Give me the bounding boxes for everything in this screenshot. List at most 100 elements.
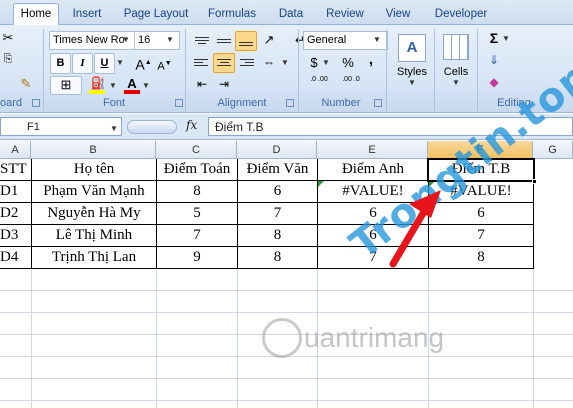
grow-font-button[interactable]: A▲ xyxy=(133,53,154,74)
cut-icon[interactable]: ✂ xyxy=(0,29,16,51)
font-color-icon: A xyxy=(127,76,137,91)
increase-decimal-button[interactable]: .0 .00 xyxy=(304,75,334,95)
gridline-v xyxy=(237,269,238,408)
styles-button[interactable]: A Styles ▼ xyxy=(393,29,431,93)
table-cell-toan[interactable]: 5 xyxy=(157,203,238,225)
underline-button[interactable]: U xyxy=(94,53,115,74)
header-cell-diem-toan[interactable]: Điểm Toán xyxy=(157,159,238,181)
accounting-format-button[interactable]: $ xyxy=(304,53,324,73)
font-launcher-icon[interactable] xyxy=(175,99,183,107)
cells-button[interactable]: Cells ▼ xyxy=(439,29,473,93)
italic-button[interactable]: I xyxy=(72,53,93,74)
decrease-decimal-button[interactable]: .00 .0 xyxy=(336,75,366,95)
font-color-dropdown-icon[interactable]: ▼ xyxy=(142,81,150,90)
table-cell-van[interactable]: 8 xyxy=(238,247,318,269)
align-top-icon[interactable] xyxy=(191,31,213,51)
merge-center-icon[interactable]: ⇔ xyxy=(257,53,281,73)
fill-down-icon[interactable]: ⇓ xyxy=(484,51,504,71)
ribbon-tab-bar: Home Insert Page Layout Formulas Data Re… xyxy=(0,0,573,27)
tab-page-layout[interactable]: Page Layout xyxy=(120,4,192,25)
cells-icon xyxy=(443,34,469,60)
insert-function-icon[interactable]: fx xyxy=(186,118,197,132)
fill-color-button[interactable]: ⛽ xyxy=(86,75,110,96)
table-cell-toan[interactable]: 8 xyxy=(157,181,238,203)
table-cell-stt[interactable]: D3 xyxy=(0,225,32,247)
tab-data[interactable]: Data xyxy=(274,4,308,25)
number-format-dropdown-icon[interactable]: ▼ xyxy=(373,35,381,44)
table-cell-toan[interactable]: 9 xyxy=(157,247,238,269)
align-center-icon[interactable] xyxy=(213,53,235,73)
column-header-c[interactable]: C xyxy=(156,141,237,159)
number-group-label: Number xyxy=(321,97,361,109)
column-header-b[interactable]: B xyxy=(31,141,156,159)
cells-dropdown-icon: ▼ xyxy=(452,78,460,87)
formula-bar-splitter[interactable] xyxy=(127,120,177,134)
name-box-dropdown-icon[interactable]: ▼ xyxy=(110,124,118,133)
increase-indent-icon[interactable]: ⇥ xyxy=(213,75,235,95)
table-cell-van[interactable]: 8 xyxy=(238,225,318,247)
tab-formulas[interactable]: Formulas xyxy=(203,4,261,25)
align-bottom-icon[interactable] xyxy=(235,31,257,51)
borders-button[interactable]: ⊞ xyxy=(50,76,82,95)
styles-dropdown-icon: ▼ xyxy=(408,78,416,87)
header-cell-ho-ten[interactable]: Họ tên xyxy=(32,159,157,181)
table-cell-van[interactable]: 7 xyxy=(238,203,318,225)
shrink-font-button[interactable]: A▼ xyxy=(154,53,175,74)
tab-review[interactable]: Review xyxy=(322,4,368,25)
number-launcher-icon[interactable] xyxy=(374,99,382,107)
alignment-launcher-icon[interactable] xyxy=(286,99,294,107)
tab-insert[interactable]: Insert xyxy=(66,4,108,25)
merge-dropdown-icon[interactable]: ▼ xyxy=(281,58,289,67)
ribbon: ✂ ⎘ ✎ oard Times New Ro ▼ 16 ▼ B I U ▼ A… xyxy=(0,25,573,113)
column-header-d[interactable]: D xyxy=(237,141,317,159)
percent-style-button[interactable]: % xyxy=(338,53,358,73)
copy-icon[interactable]: ⎘ xyxy=(0,52,16,72)
fill-handle[interactable] xyxy=(532,179,537,184)
tab-view[interactable]: View xyxy=(381,4,415,25)
table-cell-name[interactable]: Trịnh Thị Lan xyxy=(32,247,157,269)
worksheet-grid: A B C D E F G STT Họ tên Điểm Toán Điểm … xyxy=(0,141,573,408)
orientation-icon[interactable]: ↗ xyxy=(257,31,281,51)
table-cell-name[interactable]: Nguyễn Hà My xyxy=(32,203,157,225)
column-header-e[interactable]: E xyxy=(317,141,428,159)
header-cell-diem-van[interactable]: Điểm Văn xyxy=(238,159,318,181)
font-color-button[interactable]: A xyxy=(121,75,143,96)
table-cell-stt[interactable]: D4 xyxy=(0,247,32,269)
table-cell-van[interactable]: 6 xyxy=(238,181,318,203)
watermark-q-icon xyxy=(262,318,302,358)
accounting-dropdown-icon[interactable]: ▼ xyxy=(322,58,330,67)
align-middle-icon[interactable] xyxy=(213,31,235,51)
align-right-icon[interactable] xyxy=(235,53,257,73)
grow-font-label: A xyxy=(135,56,145,73)
table-cell-toan[interactable]: 7 xyxy=(157,225,238,247)
clipboard-launcher-icon[interactable] xyxy=(32,99,40,107)
column-header-a[interactable]: A xyxy=(0,141,31,159)
table-cell-stt[interactable]: D2 xyxy=(0,203,32,225)
table-cell-name[interactable]: Phạm Văn Mạnh xyxy=(32,181,157,203)
align-left-icon[interactable] xyxy=(191,53,213,73)
bold-button[interactable]: B xyxy=(50,53,71,74)
column-header-g[interactable]: G xyxy=(533,141,573,159)
autosum-dropdown-icon[interactable]: ▼ xyxy=(502,34,510,43)
cells-label: Cells xyxy=(443,66,469,78)
fill-bucket-icon: ⛽ xyxy=(90,76,106,90)
font-size-dropdown-icon[interactable]: ▼ xyxy=(166,35,174,44)
clear-icon[interactable]: ◆ xyxy=(484,73,504,93)
header-cell-stt[interactable]: STT xyxy=(0,159,32,181)
format-painter-icon[interactable]: ✎ xyxy=(16,75,36,95)
styles-label: Styles xyxy=(397,66,427,78)
underline-dropdown-icon[interactable]: ▼ xyxy=(116,58,124,67)
table-cell-stt[interactable]: D1 xyxy=(0,181,32,203)
fill-color-dropdown-icon[interactable]: ▼ xyxy=(109,81,117,90)
autosum-icon[interactable]: Σ xyxy=(484,29,504,49)
name-box[interactable]: F1 xyxy=(0,117,122,136)
tab-developer[interactable]: Developer xyxy=(429,4,493,25)
error-indicator-icon[interactable] xyxy=(318,181,324,187)
font-name-dropdown-icon[interactable]: ▼ xyxy=(122,35,130,44)
red-arrow-icon xyxy=(389,190,441,268)
table-cell-name[interactable]: Lê Thị Minh xyxy=(32,225,157,247)
tab-home[interactable]: Home xyxy=(13,3,59,27)
comma-style-button[interactable]: , xyxy=(361,52,381,73)
decrease-indent-icon[interactable]: ⇤ xyxy=(191,75,213,95)
alignment-group-label: Alignment xyxy=(217,97,267,109)
